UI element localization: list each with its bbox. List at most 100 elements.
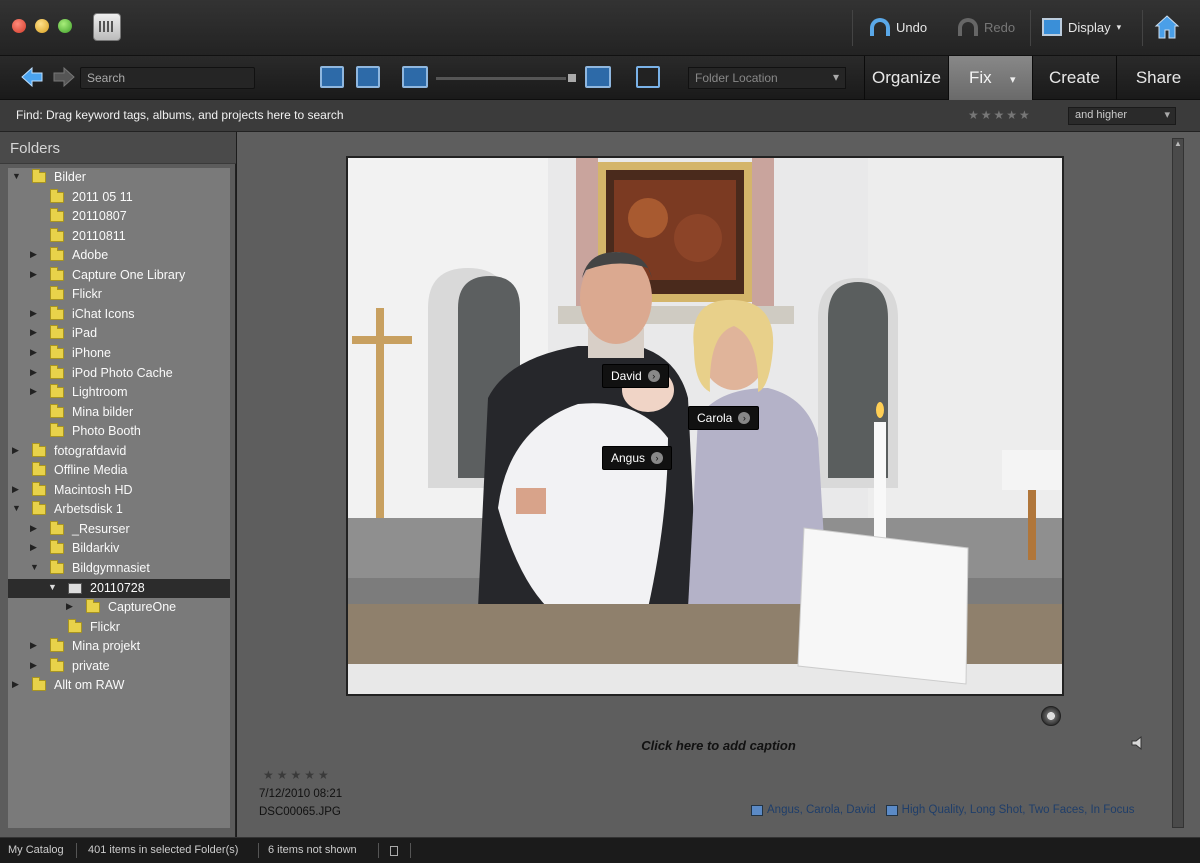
large-thumbnail-icon[interactable]: [585, 66, 611, 88]
folder-row[interactable]: ▶ Mina projekt: [8, 637, 230, 656]
folder-row[interactable]: ▶ CaptureOne: [8, 598, 230, 617]
face-tag-carola[interactable]: Carola ›: [688, 406, 760, 430]
people-tags[interactable]: Angus, Carola, David: [767, 804, 876, 816]
folder-icon: [50, 423, 64, 438]
folder-row[interactable]: ▶ Lightroom: [8, 383, 230, 402]
full-screen-icon[interactable]: [636, 66, 660, 88]
folder-label: iChat Icons: [72, 306, 135, 321]
folder-row[interactable]: Flickr: [8, 618, 230, 637]
tab-fix[interactable]: Fix: [948, 56, 1032, 100]
folder-row[interactable]: Mina bilder: [8, 403, 230, 422]
rotate-right-icon[interactable]: [356, 66, 380, 88]
catalog-name[interactable]: My Catalog: [8, 844, 64, 856]
folder-icon: [50, 227, 64, 242]
folder-row[interactable]: ▶ Capture One Library: [8, 266, 230, 285]
folder-row[interactable]: ▶ _Resurser: [8, 520, 230, 539]
tab-share[interactable]: Share: [1116, 56, 1200, 100]
back-arrow-icon[interactable]: [20, 66, 44, 88]
disclosure-collapsed-icon[interactable]: ▶: [30, 347, 40, 358]
face-tag-david[interactable]: David ›: [602, 364, 669, 388]
folder-row[interactable]: ▶ iPad: [8, 324, 230, 343]
close-window-button[interactable]: [12, 19, 26, 33]
disk-icon: [68, 582, 82, 594]
disclosure-collapsed-icon[interactable]: ▶: [66, 601, 76, 612]
folder-row[interactable]: ▶ Bildarkiv: [8, 539, 230, 558]
disclosure-expanded-icon[interactable]: ▼: [12, 503, 22, 513]
photo-rating[interactable]: ★★★★★: [263, 768, 332, 782]
folder-row[interactable]: ▶ iChat Icons: [8, 305, 230, 324]
folder-row[interactable]: Flickr: [8, 285, 230, 304]
caption-field[interactable]: Click here to add caption: [237, 738, 1200, 753]
photo[interactable]: David › Carola › Angus ›: [346, 156, 1064, 696]
search-input[interactable]: Search: [80, 67, 255, 89]
redo-button[interactable]: Redo: [958, 14, 1015, 40]
folder-row[interactable]: 20110811: [8, 227, 230, 246]
folder-row[interactable]: ▶ Macintosh HD: [8, 481, 230, 500]
disclosure-collapsed-icon[interactable]: ▶: [30, 308, 40, 319]
folder-icon: [32, 169, 46, 183]
folder-row[interactable]: ▼ Bilder: [8, 168, 230, 187]
folder-row[interactable]: 2011 05 11: [8, 188, 230, 207]
folder-row[interactable]: ▼ Arbetsdisk 1: [8, 500, 230, 519]
info-icon[interactable]: ›: [647, 370, 660, 382]
info-icon[interactable]: ›: [651, 452, 664, 464]
folder-location-select[interactable]: Folder Location: [688, 67, 846, 89]
forward-arrow-icon[interactable]: [52, 66, 76, 88]
disclosure-collapsed-icon[interactable]: ▶: [30, 249, 40, 260]
folder-row[interactable]: ▶ iPhone: [8, 344, 230, 363]
face-tag-angus[interactable]: Angus ›: [602, 446, 673, 470]
disclosure-collapsed-icon[interactable]: ▶: [30, 327, 40, 338]
folder-label: Lightroom: [72, 385, 128, 400]
disclosure-expanded-icon[interactable]: ▼: [12, 171, 22, 181]
folder-row[interactable]: ▶ fotografdavid: [8, 442, 230, 461]
disclosure-expanded-icon[interactable]: ▼: [48, 582, 58, 592]
disclosure-collapsed-icon[interactable]: ▶: [12, 484, 22, 495]
disclosure-collapsed-icon[interactable]: ▶: [30, 367, 40, 378]
rating-filter-stars[interactable]: ★★★★★: [968, 108, 1032, 122]
disclosure-collapsed-icon[interactable]: ▶: [30, 269, 40, 280]
small-thumbnail-icon[interactable]: [402, 66, 428, 88]
tab-organize[interactable]: Organize: [864, 56, 948, 100]
minimize-window-button[interactable]: [35, 19, 49, 33]
tab-create[interactable]: Create: [1032, 56, 1116, 100]
info-icon[interactable]: ›: [738, 412, 751, 424]
folder-row[interactable]: ▶ Allt om RAW: [8, 676, 230, 695]
display-label: Display: [1068, 19, 1111, 35]
rotate-left-icon[interactable]: [320, 66, 344, 88]
disclosure-collapsed-icon[interactable]: ▶: [12, 445, 22, 456]
rating-filter-select[interactable]: and higher: [1068, 107, 1176, 125]
thumbnail-size-slider[interactable]: [436, 77, 566, 80]
disclosure-expanded-icon[interactable]: ▼: [30, 562, 40, 572]
folder-tree[interactable]: ▼ Bilder 2011 05 11 20110807 20110811 ▶ Adobe ▶…: [8, 168, 230, 828]
folder-icon: [50, 657, 64, 672]
folder-row[interactable]: ▶ private: [8, 657, 230, 676]
vertical-scrollbar[interactable]: [1172, 138, 1184, 828]
trash-icon[interactable]: [390, 846, 398, 856]
search-placeholder: Search: [87, 71, 126, 85]
chevron-down-icon[interactable]: ▾: [1010, 73, 1016, 86]
folder-row[interactable]: ▼ 20110728: [8, 578, 230, 598]
disclosure-collapsed-icon[interactable]: ▶: [30, 542, 40, 553]
zoom-window-button[interactable]: [58, 19, 72, 33]
folder-row[interactable]: ▼ Bildgymnasiet: [8, 559, 230, 578]
folder-row[interactable]: 20110807: [8, 207, 230, 226]
find-bar[interactable]: Find: Drag keyword tags, albums, and pro…: [0, 100, 1200, 132]
folder-icon: [50, 344, 64, 359]
undo-button[interactable]: Undo: [870, 14, 927, 40]
folder-row[interactable]: ▶ iPod Photo Cache: [8, 364, 230, 383]
folder-row[interactable]: Photo Booth: [8, 422, 230, 441]
disclosure-collapsed-icon[interactable]: ▶: [30, 640, 40, 651]
folder-label: iPhone: [72, 345, 111, 360]
disclosure-collapsed-icon[interactable]: ▶: [30, 386, 40, 397]
disclosure-collapsed-icon[interactable]: ▶: [30, 523, 40, 534]
keyword-tags[interactable]: High Quality, Long Shot, Two Faces, In F…: [902, 804, 1135, 816]
home-icon[interactable]: [1154, 14, 1180, 40]
single-photo-view: David › Carola › Angus › Click here to a…: [237, 132, 1200, 837]
disclosure-collapsed-icon[interactable]: ▶: [30, 660, 40, 671]
smart-fix-icon[interactable]: [1041, 706, 1061, 726]
display-menu-button[interactable]: Display ▾: [1042, 14, 1121, 40]
folder-row[interactable]: Offline Media: [8, 461, 230, 480]
slider-handle[interactable]: [568, 74, 576, 82]
folder-row[interactable]: ▶ Adobe: [8, 246, 230, 265]
disclosure-collapsed-icon[interactable]: ▶: [12, 679, 22, 690]
